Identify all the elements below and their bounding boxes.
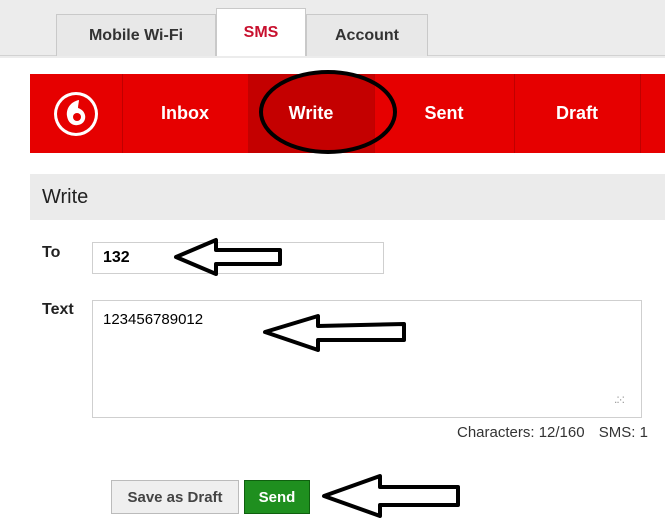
send-button[interactable]: Send [244, 480, 310, 514]
message-textarea[interactable]: 123456789012 [92, 300, 642, 418]
vodafone-logo-icon [30, 74, 123, 153]
to-label: To [42, 244, 61, 261]
recipient-input[interactable] [92, 242, 384, 274]
character-counter: Characters: 12/160 SMS: 1 [457, 424, 648, 441]
sms-count: SMS: 1 [598, 424, 648, 441]
write-section-title: Write [42, 186, 89, 208]
nav-write[interactable]: Write [248, 74, 375, 153]
tab-sms[interactable]: SMS [216, 8, 306, 56]
tab-account[interactable]: Account [306, 14, 428, 56]
save-as-draft-button[interactable]: Save as Draft [111, 480, 239, 514]
arrow-to-send-icon [322, 474, 460, 518]
nav-draft[interactable]: Draft [514, 74, 641, 153]
tab-mobile-wifi[interactable]: Mobile Wi-Fi [56, 14, 216, 56]
nav-sent[interactable]: Sent [374, 74, 515, 153]
characters-count: Characters: 12/160 [457, 424, 585, 441]
vodafone-logo-svg [54, 91, 98, 136]
write-section-header: Write [30, 174, 665, 220]
text-label: Text [42, 301, 74, 318]
nav-inbox[interactable]: Inbox [122, 74, 249, 153]
resize-grip-icon[interactable]: .:·: [614, 392, 625, 406]
sms-nav-bar: Inbox Write Sent Draft [30, 74, 665, 153]
